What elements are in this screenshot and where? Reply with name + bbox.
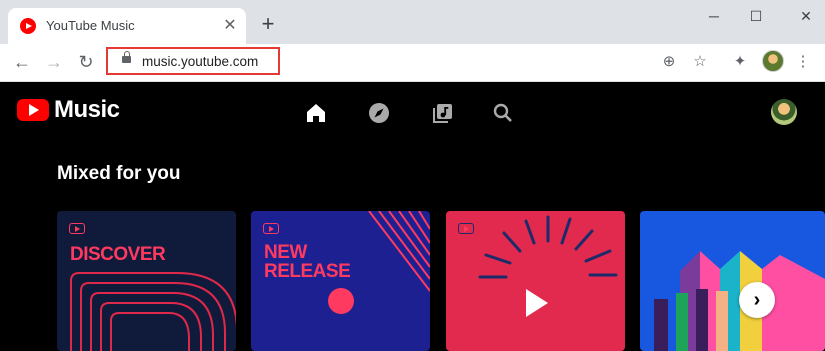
back-button[interactable]: ← [10, 50, 34, 74]
explore-icon[interactable] [366, 100, 392, 126]
browser-toolbar: ← → ↻ music.youtube.com ⊕ ☆ ✦ ⋮ [0, 44, 825, 82]
mix-card-colorful[interactable] [640, 211, 825, 351]
home-icon[interactable] [303, 100, 329, 126]
card-title-line2: RELEASE [264, 261, 351, 282]
forward-button[interactable]: → [42, 50, 66, 74]
minimize-button[interactable]: ─ [704, 6, 724, 26]
lock-icon [122, 51, 131, 63]
library-icon[interactable] [430, 100, 456, 126]
bookmark-star-icon[interactable]: ☆ [689, 51, 711, 73]
address-bar-url[interactable]: music.youtube.com [142, 54, 258, 69]
youtube-music-app: Music Mixed for you DISCOVER NEW RELEASE… [0, 82, 825, 351]
logo-text[interactable]: Music [54, 96, 120, 124]
section-title: Mixed for you [57, 163, 181, 184]
profile-avatar[interactable] [762, 50, 784, 72]
youtube-logo-icon[interactable] [17, 99, 49, 121]
burst-pattern [478, 215, 618, 317]
window-close-button[interactable]: ✕ [796, 6, 816, 26]
mix-card-discover[interactable]: DISCOVER [57, 211, 236, 351]
youtube-badge-icon [263, 223, 279, 234]
youtube-music-favicon-icon [20, 18, 36, 34]
discover-pattern [70, 272, 236, 351]
colorful-shapes [654, 251, 825, 351]
search-icon[interactable] [490, 100, 516, 126]
browser-tab-strip: YouTube Music ✕ + ─ ☐ ✕ [0, 0, 825, 44]
account-avatar[interactable] [771, 99, 797, 125]
address-bar[interactable]: music.youtube.com [106, 47, 280, 75]
reload-button[interactable]: ↻ [74, 50, 98, 74]
browser-menu-icon[interactable]: ⋮ [792, 51, 814, 73]
browser-tab[interactable]: YouTube Music ✕ [8, 8, 246, 44]
mix-card-new-release[interactable]: NEW RELEASE [251, 211, 430, 351]
mix-card-play[interactable] [446, 211, 625, 351]
carousel-next-button[interactable]: › [739, 282, 775, 318]
new-tab-button[interactable]: + [258, 13, 278, 35]
maximize-button[interactable]: ☐ [746, 6, 766, 26]
tab-close-icon[interactable]: ✕ [220, 16, 240, 36]
extensions-icon[interactable]: ✦ [729, 51, 751, 73]
add-icon[interactable]: ⊕ [658, 51, 680, 73]
tab-title: YouTube Music [46, 18, 135, 33]
